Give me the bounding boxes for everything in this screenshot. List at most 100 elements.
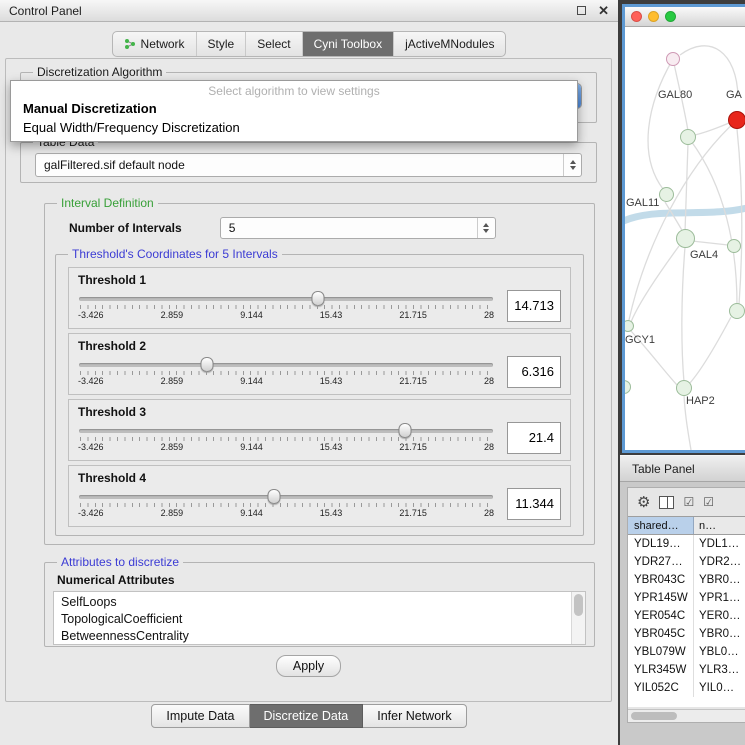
dropdown-option-manual-discretization[interactable]: Manual Discretization xyxy=(11,99,577,118)
tab-jactivemnodules[interactable]: jActiveMNodules xyxy=(393,32,505,56)
combo-stepper-icon[interactable] xyxy=(563,154,581,176)
threshold-slider[interactable]: -3.426 2.859 9.144 15.43 21.715 28 xyxy=(78,488,494,520)
number-of-intervals-label: Number of Intervals xyxy=(69,221,182,235)
close-icon[interactable]: ✕ xyxy=(598,4,609,17)
list-item[interactable]: TopologicalCoefficient xyxy=(61,611,565,628)
threshold-label: Threshold 1 xyxy=(78,273,561,287)
threshold-row: -3.426 2.859 9.144 15.43 21.715 28 14.71… xyxy=(78,290,561,322)
apply-button[interactable]: Apply xyxy=(276,655,341,677)
table-row[interactable]: YBL079W YBL0… xyxy=(628,643,745,661)
column-header-name[interactable]: n… xyxy=(694,517,745,534)
tab-network[interactable]: Network xyxy=(113,32,196,56)
up-arrow-icon xyxy=(483,223,489,227)
tab-label: jActiveMNodules xyxy=(405,37,494,51)
threshold-label: Threshold 2 xyxy=(78,339,561,353)
tab-cyni-toolbox[interactable]: Cyni Toolbox xyxy=(302,32,393,56)
network-node[interactable] xyxy=(680,129,696,145)
threshold-value-field[interactable]: 21.4 xyxy=(507,422,561,454)
axis-tick-label: 21.715 xyxy=(399,376,427,386)
list-item[interactable]: SelfLoops xyxy=(61,594,565,611)
minimize-traffic-light-icon[interactable] xyxy=(648,11,659,22)
network-canvas[interactable]: GAL80 GA GAL11 GAL4 GCY1 HAP2 xyxy=(625,27,745,450)
slider-thumb[interactable] xyxy=(398,423,411,438)
slider-scale: -3.426 2.859 9.144 15.43 21.715 28 xyxy=(78,508,494,518)
table-row[interactable]: YBR043C YBR0… xyxy=(628,571,745,589)
table-row[interactable]: YER054C YER0… xyxy=(628,607,745,625)
cell-name: YBL0… xyxy=(694,643,745,661)
column-header-shared-name[interactable]: shared… xyxy=(628,517,694,534)
interval-definition-group: Interval Definition Number of Intervals … xyxy=(44,196,595,545)
network-tab-icon xyxy=(124,38,136,50)
slider-thumb[interactable] xyxy=(200,357,213,372)
threshold-value-field[interactable]: 11.344 xyxy=(507,488,561,520)
numerical-attributes-list: SelfLoops TopologicalCoefficient Between… xyxy=(53,591,586,645)
axis-tick-label: 15.43 xyxy=(320,310,343,320)
number-of-intervals-row: Number of Intervals 5 xyxy=(69,217,578,239)
table-row[interactable]: YDL19… YDL1… xyxy=(628,535,745,553)
bottom-tab-bar: Impute Data Discretize Data Infer Networ… xyxy=(0,704,618,728)
zoom-traffic-light-icon[interactable] xyxy=(665,11,676,22)
dropdown-option-equal-width-frequency[interactable]: Equal Width/Frequency Discretization xyxy=(11,118,577,137)
threshold-slider[interactable]: -3.426 2.859 9.144 15.43 21.715 28 xyxy=(78,422,494,454)
close-traffic-light-icon[interactable] xyxy=(631,11,642,22)
network-node-selected[interactable] xyxy=(728,111,745,129)
list-item[interactable]: BetweennessCentrality xyxy=(61,628,565,645)
tab-discretize-data[interactable]: Discretize Data xyxy=(250,704,364,728)
top-tab-bar: Network Style Select Cyni Toolbox jActiv… xyxy=(112,31,507,57)
network-node[interactable] xyxy=(676,380,692,396)
threshold-slider[interactable]: -3.426 2.859 9.144 15.43 21.715 28 xyxy=(78,356,494,388)
cell-shared-name: YER054C xyxy=(628,607,694,625)
gear-icon[interactable]: ⚙ xyxy=(637,495,650,510)
cell-shared-name: YLR345W xyxy=(628,661,694,679)
threshold-slider[interactable]: -3.426 2.859 9.144 15.43 21.715 28 xyxy=(78,290,494,322)
cell-shared-name: YBR043C xyxy=(628,571,694,589)
axis-tick-label: 21.715 xyxy=(399,442,427,452)
table-body: YDL19… YDL1… YDR27… YDR2… YBR043C YBR0… … xyxy=(628,535,745,707)
slider-track[interactable] xyxy=(79,297,493,301)
network-node[interactable] xyxy=(676,229,695,248)
tab-infer-network[interactable]: Infer Network xyxy=(363,704,466,728)
network-node[interactable] xyxy=(729,303,745,319)
slider-track[interactable] xyxy=(79,363,493,367)
slider-track[interactable] xyxy=(79,495,493,499)
slider-track[interactable] xyxy=(79,429,493,433)
network-node[interactable] xyxy=(666,52,680,66)
top-tab-row: Network Style Select Cyni Toolbox jActiv… xyxy=(0,31,618,57)
threshold-value-field[interactable]: 14.713 xyxy=(507,290,561,322)
network-node[interactable] xyxy=(727,239,741,253)
tab-impute-data[interactable]: Impute Data xyxy=(151,704,249,728)
threshold-panel: Threshold 2 -3.426 2.859 9.144 15.43 xyxy=(68,333,571,395)
tab-select[interactable]: Select xyxy=(245,32,301,56)
table-columns-icon[interactable] xyxy=(659,496,674,509)
table-row[interactable]: YLR345W YLR3… xyxy=(628,661,745,679)
float-window-icon[interactable] xyxy=(577,6,586,15)
tab-style[interactable]: Style xyxy=(196,32,246,56)
table-row[interactable]: YDR27… YDR2… xyxy=(628,553,745,571)
slider-thumb[interactable] xyxy=(267,489,280,504)
axis-tick-label: 2.859 xyxy=(161,310,184,320)
table-horizontal-scrollbar[interactable] xyxy=(628,709,745,722)
scrollbar-thumb[interactable] xyxy=(574,594,583,616)
group-title: Threshold's Coordinates for 5 Intervals xyxy=(68,247,282,261)
algorithm-dropdown-popup: Select algorithm to view settings Manual… xyxy=(10,80,578,142)
table-data-select[interactable]: galFiltered.sif default node xyxy=(35,153,582,177)
threshold-value-field[interactable]: 6.316 xyxy=(507,356,561,388)
slider-thumb[interactable] xyxy=(312,291,325,306)
network-node[interactable] xyxy=(659,187,674,202)
table-panel-window: ⚙ ☑ ☑ shared… n… YDL19… YDL1… YDR27… YDR… xyxy=(627,487,745,723)
table-panel-header: Table Panel xyxy=(620,455,745,482)
table-row[interactable]: YIL052C YIL0… xyxy=(628,679,745,697)
select-checkbox-icon[interactable]: ☑ xyxy=(683,496,694,508)
threshold-label: Threshold 3 xyxy=(78,405,561,419)
combo-stepper-icon[interactable] xyxy=(477,218,495,238)
scrollbar-thumb[interactable] xyxy=(631,712,677,720)
select-checkbox-icon[interactable]: ☑ xyxy=(703,496,714,508)
number-of-intervals-select[interactable]: 5 xyxy=(220,217,496,239)
slider-scale: -3.426 2.859 9.144 15.43 21.715 28 xyxy=(78,310,494,320)
threshold-row: -3.426 2.859 9.144 15.43 21.715 28 11.34… xyxy=(78,488,561,520)
node-label: GA xyxy=(726,89,742,101)
table-row[interactable]: YPR145W YPR1… xyxy=(628,589,745,607)
list-vertical-scrollbar[interactable] xyxy=(571,592,585,644)
table-row[interactable]: YBR045C YBR0… xyxy=(628,625,745,643)
node-label: GAL11 xyxy=(626,197,659,209)
